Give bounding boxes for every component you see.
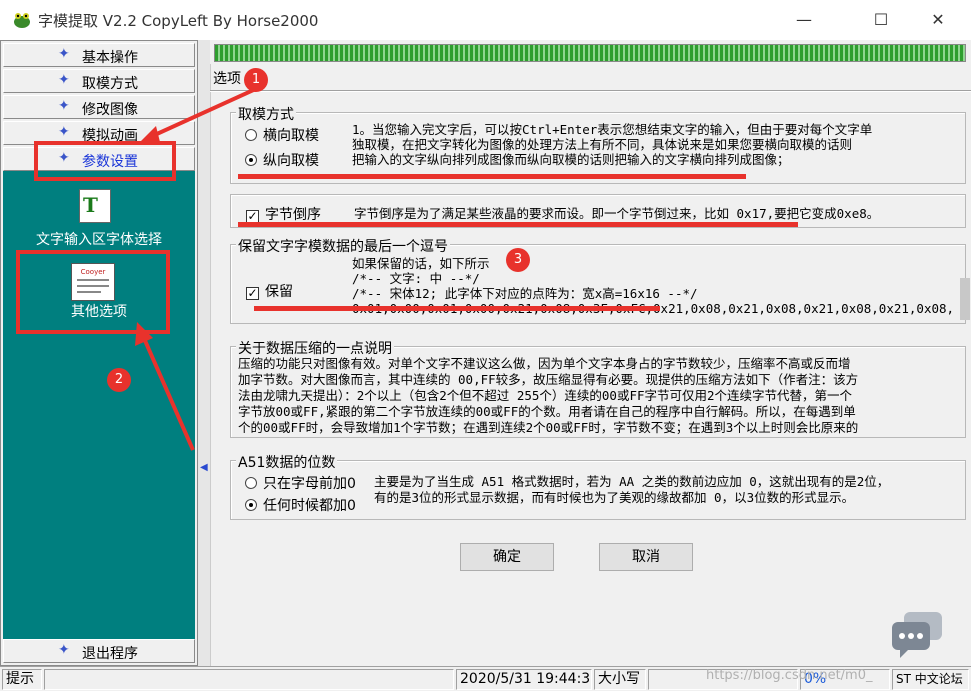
compress-line: 个的00或FF时，会导致增加1个字节数；在遇到连续2个00或FF时，字节数不变；…	[238, 420, 859, 435]
comma-desc-line: /*-- 文字: 中 --*/	[352, 271, 480, 286]
compress-line: 加字节数。对大图像而言，其中连续的 00,FF较多，故压缩显得有必要。现提供的压…	[238, 372, 859, 387]
progress-strip	[214, 44, 966, 62]
comma-desc-line: 如果保留的话，如下所示	[352, 256, 490, 271]
radio-label: 只在字母前加0	[263, 476, 356, 492]
mode-desc-line: 把输入的文字纵向排列成图像而纵向取模的话则把输入的文字横向排列成图像；	[352, 152, 790, 167]
radio-letters-only[interactable]: 只在字母前加0	[245, 473, 356, 493]
annotation-badge-2: 2	[107, 368, 131, 392]
sidebar-item-label: 退出程序	[82, 646, 138, 662]
title-bar: 字模提取 V2.2 CopyLeft By Horse2000 — ☐ ✕	[0, 0, 971, 40]
underline-comma	[254, 306, 660, 311]
font-icon-letter: T	[83, 193, 98, 217]
a51-group-legend: A51数据的位数	[236, 452, 338, 472]
watermark: https://blog.csdn.net/m0_	[706, 668, 873, 683]
close-button[interactable]: ✕	[915, 0, 961, 40]
checkbox-label: 保留	[265, 284, 293, 300]
checkbox-checked-icon: ✓	[246, 286, 259, 300]
radio-label: 任何时候都加0	[263, 498, 356, 514]
sidebar-item-exit[interactable]: ✦ 退出程序	[3, 639, 195, 663]
status-caps: 大小写	[594, 669, 646, 690]
sidebar-item-basic-ops[interactable]: ✦ 基本操作	[3, 43, 195, 67]
dialog-divider	[210, 90, 971, 92]
a51-desc-line: 有的是3位的形式显示数据，而有时候也为了美观的缘故都加 0，以3位数的形式显示。	[374, 490, 855, 505]
checkbox-label: 字节倒序	[265, 207, 321, 223]
star-icon: ✦	[58, 98, 70, 114]
cancel-button[interactable]: 取消	[599, 543, 693, 571]
status-message	[44, 669, 454, 690]
status-ime: ST 中文论坛	[892, 669, 969, 690]
annotation-badge-1: 1	[244, 68, 268, 92]
ok-button[interactable]: 确定	[460, 543, 554, 571]
comma-desc-line: /*-- 宋体12; 此字体下对应的点阵为：宽x高=16x16 --*/	[352, 286, 698, 301]
byte-reverse-checkbox[interactable]: ✓ 字节倒序	[246, 204, 321, 224]
underline-reverse	[238, 222, 798, 227]
compress-line: 压缩的功能只对图像有效。对单个文字不建议这么做，因为单个文字本身占的字节数较少，…	[238, 356, 851, 371]
radio-icon	[245, 477, 257, 489]
annotation-badge-3: 3	[506, 248, 530, 272]
frog-app-icon	[14, 13, 30, 28]
scrollbar-thumb[interactable]	[960, 278, 970, 320]
radio-always[interactable]: 任何时候都加0	[245, 495, 356, 515]
radio-label: 纵向取模	[263, 153, 319, 169]
mode-desc-line: 独取模，在把文字转化为图像的处理方法上有所不同，具体说来是如果您要横向取模的话则	[352, 137, 853, 152]
radio-selected-icon	[245, 154, 257, 166]
status-hint: 提示	[2, 669, 42, 690]
status-datetime: 2020/5/31 19:44:33	[456, 669, 592, 690]
star-icon: ✦	[58, 46, 70, 62]
splitter-arrow-icon[interactable]: ◀	[200, 462, 208, 476]
arrow-2-icon	[135, 322, 195, 451]
compress-group-legend: 关于数据压缩的一点说明	[236, 338, 394, 358]
font-select-label[interactable]: 文字输入区字体选择	[3, 229, 195, 249]
radio-selected-icon	[245, 499, 257, 511]
mode-description: 1。当您输入完文字后，可以按Ctrl+Enter表示您想结束文字的输入，但由于要…	[352, 122, 964, 167]
a51-description: 主要是为了当生成 A51 格式数据时，若为 AA 之类的数前边应加 0，这就出现…	[374, 474, 964, 506]
underline-mode	[238, 174, 746, 179]
minimize-button[interactable]: —	[781, 0, 827, 40]
comma-group-legend: 保留文字字模数据的最后一个逗号	[236, 236, 450, 256]
window-title: 字模提取 V2.2 CopyLeft By Horse2000	[38, 12, 319, 30]
a51-desc-line: 主要是为了当生成 A51 格式数据时，若为 AA 之类的数前边应加 0，这就出现…	[374, 474, 890, 489]
mode-desc-line: 1。当您输入完文字后，可以按Ctrl+Enter表示您想结束文字的输入，但由于要…	[352, 122, 873, 137]
compress-description: 压缩的功能只对图像有效。对单个文字不建议这么做，因为单个文字本身占的字节数较少，…	[238, 356, 964, 436]
arrow-1-icon	[138, 86, 259, 144]
reverse-description: 字节倒序是为了满足某些液晶的要求而设。即一个字节倒过来，比如 0x17,要把它变…	[354, 206, 880, 221]
sidebar-item-label: 基本操作	[82, 50, 138, 66]
compress-line: 字节放00或FF,紧跟的第二个字节放连续的00或FF的个数。用者请在自己的程序中…	[238, 404, 856, 419]
maximize-button[interactable]: ☐	[858, 0, 904, 40]
compress-line: 法由龙啸九天提出）：2个以上（包含2个但不超过 255个）连续的00或FF字节可…	[238, 388, 853, 403]
radio-label: 横向取模	[263, 128, 319, 144]
star-icon: ✦	[58, 642, 70, 658]
star-icon: ✦	[58, 124, 70, 140]
keep-comma-checkbox[interactable]: ✓ 保留	[246, 281, 293, 301]
chat-bubble-icon	[892, 612, 942, 658]
font-select-icon[interactable]: T	[79, 189, 111, 223]
radio-vertical[interactable]: 纵向取模	[245, 150, 319, 170]
star-icon: ✦	[58, 72, 70, 88]
